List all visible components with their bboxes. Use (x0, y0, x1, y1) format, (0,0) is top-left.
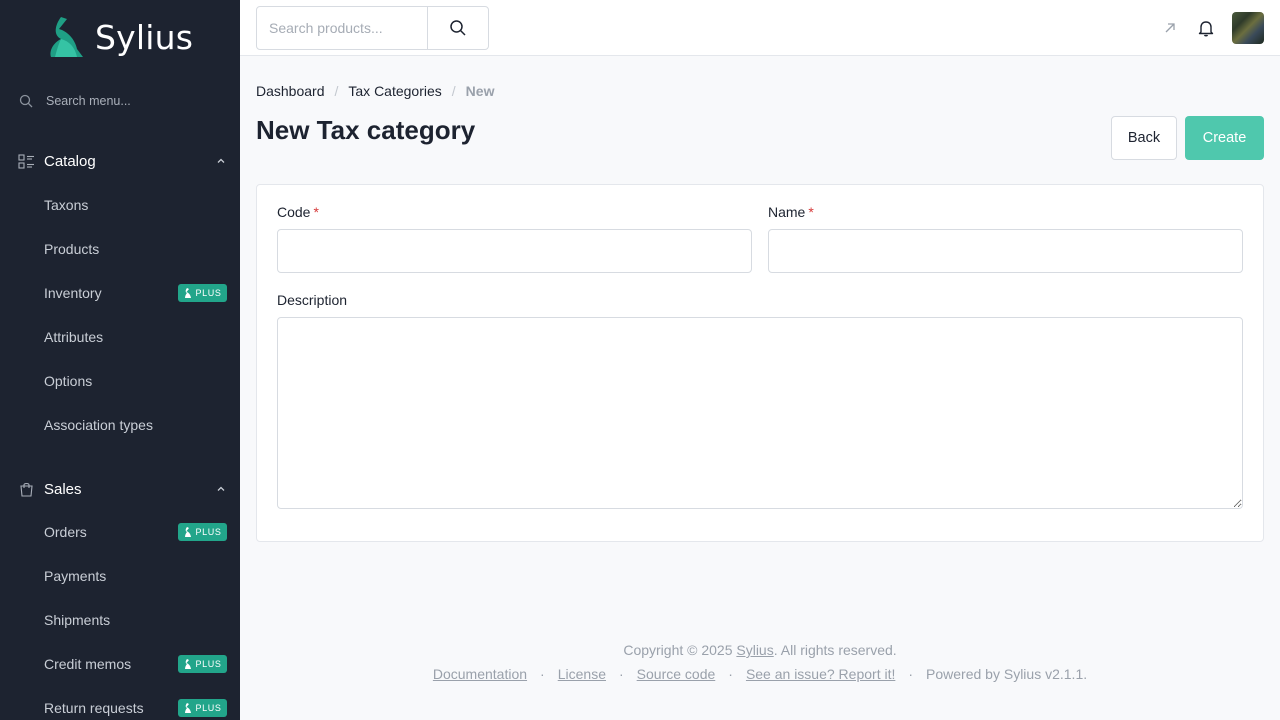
chevron-up-icon (217, 486, 225, 491)
tax-category-form: Code * Name * Description (256, 184, 1264, 542)
description-label: Description (277, 292, 348, 308)
plus-badge: PLUS (178, 284, 227, 302)
section-catalog-label: Catalog (44, 152, 96, 170)
sidebar-item-label: Orders (44, 524, 87, 540)
footer-source-code-link[interactable]: Source code (637, 666, 716, 682)
sylius-swan-icon (184, 659, 191, 669)
breadcrumb-tax-categories[interactable]: Tax Categories (348, 83, 441, 99)
search-icon (19, 94, 33, 108)
sidebar-item-label: Products (44, 241, 100, 257)
breadcrumb: Dashboard / Tax Categories / New (256, 82, 494, 100)
footer-powered-by: Powered by Sylius v2.1.1. (926, 666, 1088, 682)
code-label: Code * (277, 204, 319, 220)
avatar[interactable] (1232, 12, 1264, 44)
name-label: Name * (768, 204, 814, 220)
footer-copyright: Copyright © 2025 Sylius. All rights rese… (623, 642, 897, 658)
breadcrumb-current: New (465, 83, 495, 99)
sylius-swan-icon (184, 703, 191, 713)
sidebar-search-input[interactable] (46, 94, 216, 108)
external-link-icon (1165, 23, 1175, 33)
open-shop-link[interactable] (1160, 18, 1180, 38)
code-field[interactable] (277, 229, 752, 273)
page-title: New Tax category (256, 115, 476, 145)
footer-documentation-link[interactable]: Documentation (433, 666, 527, 682)
sidebar-item-options[interactable]: Options (0, 366, 240, 396)
footer-sylius-link[interactable]: Sylius (736, 642, 773, 658)
sidebar-item-label: Attributes (44, 329, 104, 345)
sidebar-item-shipments[interactable]: Shipments (0, 605, 240, 635)
sylius-logo[interactable]: Sylius (47, 14, 197, 60)
sidebar-item-label: Credit memos (44, 656, 132, 672)
breadcrumb-dashboard[interactable]: Dashboard (256, 83, 325, 99)
sylius-swan-icon (184, 288, 191, 298)
sidebar-item-label: Options (44, 373, 93, 389)
product-search (256, 6, 489, 50)
sidebar-item-orders[interactable]: Orders PLUS (0, 517, 240, 547)
required-marker: * (808, 204, 814, 220)
shopping-bag-icon (20, 482, 33, 497)
footer-license-link[interactable]: License (558, 666, 606, 682)
sidebar-item-attributes[interactable]: Attributes (0, 322, 240, 352)
description-field[interactable] (277, 317, 1243, 509)
sidebar-item-products[interactable]: Products (0, 234, 240, 264)
product-search-input[interactable] (257, 7, 428, 49)
breadcrumb-separator: / (451, 83, 456, 99)
section-sales[interactable]: Sales (18, 477, 228, 501)
sidebar-item-label: Association types (44, 417, 153, 433)
footer-links: Documentation · License · Source code · … (432, 666, 1088, 682)
sidebar-item-label: Shipments (44, 612, 111, 628)
plus-badge: PLUS (178, 523, 227, 541)
sidebar-item-label: Payments (44, 568, 107, 584)
create-button[interactable]: Create (1185, 116, 1264, 160)
sidebar-search (18, 88, 228, 114)
sidebar: Sylius Catalog Taxons Products Inventory (0, 0, 240, 720)
section-catalog[interactable]: Catalog (18, 149, 228, 173)
sidebar-item-credit-memos[interactable]: Credit memos PLUS (0, 649, 240, 679)
section-sales-label: Sales (44, 480, 82, 498)
breadcrumb-separator: / (334, 83, 339, 99)
sidebar-item-return-requests[interactable]: Return requests PLUS (0, 693, 240, 720)
bell-icon (1198, 21, 1214, 37)
sidebar-item-label: Inventory (44, 285, 102, 301)
search-icon (450, 20, 466, 36)
sidebar-item-payments[interactable]: Payments (0, 561, 240, 591)
required-marker: * (313, 204, 319, 220)
sidebar-item-association-types[interactable]: Association types (0, 410, 240, 440)
notifications-button[interactable] (1196, 18, 1216, 38)
sidebar-item-label: Taxons (44, 197, 89, 213)
search-button[interactable] (428, 7, 488, 49)
topbar (240, 0, 1280, 56)
plus-badge: PLUS (178, 699, 227, 717)
plus-badge: PLUS (178, 655, 227, 673)
sidebar-item-inventory[interactable]: Inventory PLUS (0, 278, 240, 308)
back-button[interactable]: Back (1111, 116, 1177, 160)
list-icon (18, 153, 34, 169)
sidebar-item-taxons[interactable]: Taxons (0, 190, 240, 220)
sylius-swan-icon (50, 17, 83, 57)
brand-name: Sylius (95, 17, 194, 57)
footer-report-issue-link[interactable]: See an issue? Report it! (746, 666, 895, 682)
sidebar-item-label: Return requests (44, 700, 144, 716)
chevron-up-icon (217, 158, 225, 163)
name-field[interactable] (768, 229, 1243, 273)
sylius-swan-icon (184, 527, 191, 537)
